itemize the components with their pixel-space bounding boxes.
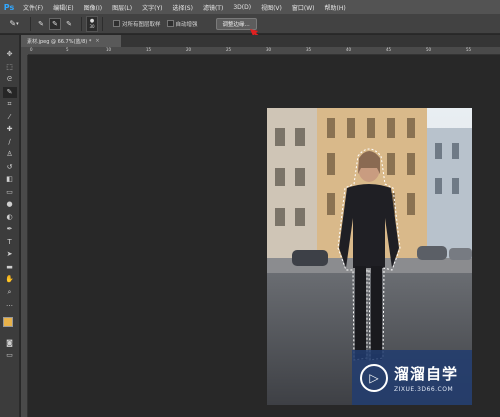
ruler-label: 0 [30,47,33,52]
vertical-ruler[interactable] [21,55,28,417]
menu-help[interactable]: 帮助(H) [320,3,351,12]
brush-minus-icon: ✎ [66,19,72,28]
menu-layer[interactable]: 图层(L) [107,3,137,12]
marquee-icon[interactable]: ⬚ [3,62,17,73]
path-select-icon[interactable]: ➤ [3,249,17,260]
brush-icon: ✎ [38,19,44,28]
watermark: ▷ 溜溜自学 ZIXUE.3D66.COM [352,350,472,405]
add-to-selection-button[interactable]: ✎ [49,17,61,30]
menu-edit[interactable]: 编辑(E) [48,3,78,12]
play-logo-icon: ▷ [360,363,388,392]
quick-select-icon[interactable]: ✎ [2,86,17,98]
type-icon[interactable]: T [3,237,17,248]
hand-icon[interactable]: ✋ [3,274,17,285]
color-swatches[interactable] [2,316,18,334]
eyedropper-icon[interactable]: ⁄ [3,112,17,123]
watermark-title: 溜溜自学 [394,364,459,383]
quick-select-icon: ✎ [9,19,17,28]
brush-plus-icon: ✎ [52,19,58,28]
close-tab-icon[interactable]: × [95,38,99,44]
watermark-text: 溜溜自学 ZIXUE.3D66.COM [394,363,458,393]
document-tab[interactable]: 素材.jpeg @ 66.7%(蓝/8) * × [21,35,121,47]
ruler-label: 25 [226,47,232,52]
divider [81,16,82,31]
ruler-label: 40 [346,47,352,52]
shape-icon[interactable]: ▬ [3,262,17,273]
photoshop-window: Ps 文件(F) 编辑(E) 图像(I) 图层(L) 文字(Y) 选择(S) 滤… [0,0,500,417]
ruler-label: 20 [186,47,192,52]
pen-icon[interactable]: ✒ [3,224,17,235]
menu-window[interactable]: 窗口(W) [287,3,320,12]
ruler-label: 50 [426,47,432,52]
gradient-icon[interactable]: ▭ [3,187,17,198]
menu-view[interactable]: 视图(V) [256,3,287,12]
ruler-label: 35 [306,47,312,52]
quick-mask-icon[interactable]: ◙ [3,338,17,349]
tool-preset-picker[interactable]: ✎ ▾ [2,16,26,32]
horizontal-ruler[interactable]: 0 5 10 15 20 25 30 35 40 45 50 55 [28,47,500,55]
eraser-icon[interactable]: ◧ [3,174,17,185]
lasso-icon[interactable]: ᘓ [3,74,17,85]
clone-stamp-icon[interactable]: ♙ [3,149,17,160]
blur-icon[interactable]: ● [3,199,17,210]
auto-enhance-label: 自动增强 [175,21,198,28]
menu-image[interactable]: 图像(I) [79,3,107,12]
auto-enhance-checkbox[interactable] [166,20,174,27]
ruler-label: 30 [266,47,272,52]
menu-type[interactable]: 文字(Y) [137,3,167,12]
ruler-corner [21,47,28,55]
ruler-label: 10 [106,47,112,52]
zoom-icon[interactable]: ⌕ [3,287,17,298]
ruler-label: 45 [386,47,392,52]
move-icon[interactable]: ✥ [3,49,17,60]
brush-size-picker[interactable]: ● 30 [86,15,98,32]
dodge-icon[interactable]: ◐ [3,212,17,223]
brush-icon[interactable]: ∕ [3,137,17,148]
new-selection-button[interactable]: ✎ [35,18,47,30]
sample-all-layers-label: 对所有图层取样 [122,21,161,28]
document-title: 素材.jpeg @ 66.7%(蓝/8) * [27,38,92,45]
menu-file[interactable]: 文件(F) [18,3,48,12]
menu-filter[interactable]: 滤镜(T) [198,3,228,12]
menu-bar: Ps 文件(F) 编辑(E) 图像(I) 图层(L) 文字(Y) 选择(S) 滤… [0,0,500,14]
divider [102,16,103,31]
ruler-label: 15 [146,47,152,52]
healing-brush-icon[interactable]: ✚ [3,124,17,135]
more-tools-icon[interactable]: … [3,299,17,310]
menu-select[interactable]: 选择(S) [167,3,198,12]
screen-mode-icon[interactable]: ▭ [3,350,17,361]
history-brush-icon[interactable]: ↺ [3,162,17,173]
tools-panel: ✥ ⬚ ᘓ ✎ ⌗ ⁄ ✚ ∕ ♙ ↺ ◧ ▭ ● ◐ ✒ T ➤ ▬ ✋ ⌕ … [0,35,20,417]
foreground-color[interactable] [2,316,13,327]
watermark-url: ZIXUE.3D66.COM [394,385,454,393]
brush-size-value: 30 [89,24,95,29]
sample-all-layers-checkbox[interactable] [113,20,120,27]
crop-icon[interactable]: ⌗ [3,99,17,110]
divider [30,16,31,31]
tab-strip [121,35,500,47]
ps-logo: Ps [3,2,15,12]
menu-3d[interactable]: 3D(D) [228,4,256,11]
ruler-label: 55 [466,47,472,52]
subtract-from-selection-button[interactable]: ✎ [63,18,75,30]
ruler-label: 5 [66,47,69,52]
